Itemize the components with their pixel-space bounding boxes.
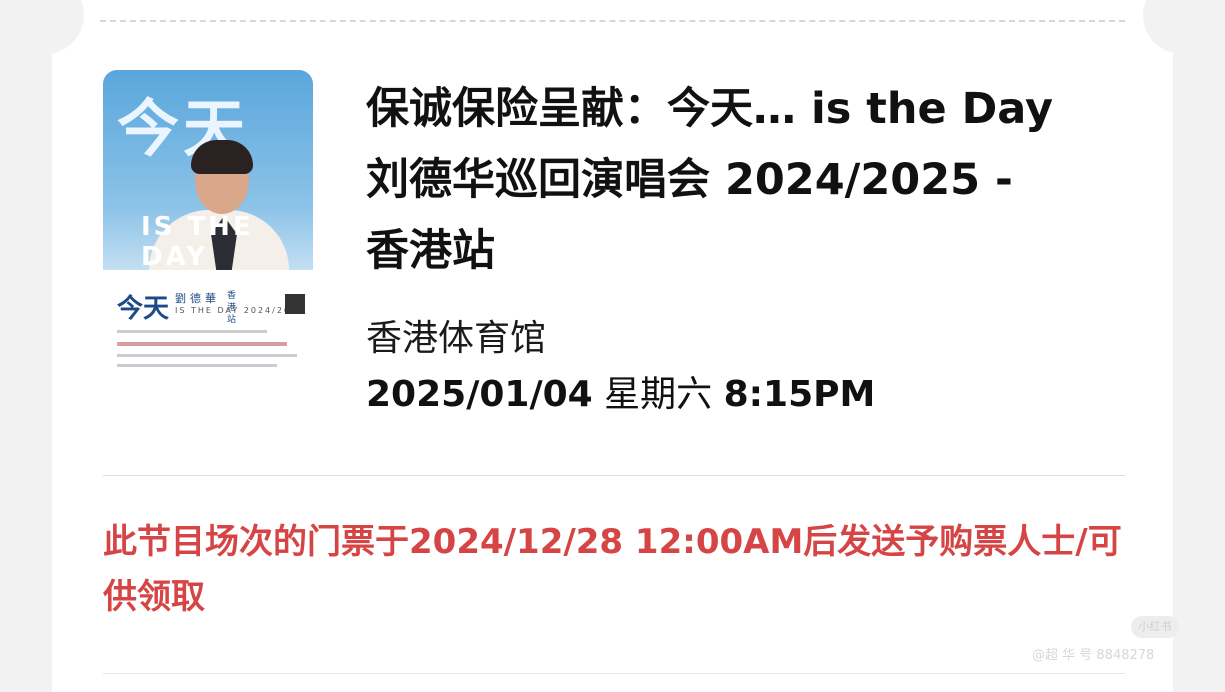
section-divider [103, 475, 1125, 476]
ticket-delivery-notice: 此节目场次的门票于2024/12/28 12:00AM后发送予购票人士/可供领取 [103, 522, 1122, 617]
poster-sponsor-logos [117, 354, 297, 357]
bottom-divider [103, 673, 1125, 674]
perforation-line [100, 20, 1125, 22]
poster-artist-name: 劉德華 [175, 292, 220, 305]
event-datetime: 2025/01/04 星期六 8:15PM [366, 373, 875, 417]
poster-fine-print [117, 330, 267, 333]
event-poster[interactable]: 今天 IS THE DAY 今天 劉德華 IS THE DAY 2024/202… [103, 70, 313, 375]
poster-logo: 今天 [117, 294, 170, 324]
poster-sale-date-line [117, 342, 287, 346]
event-date: 2025/01/04 [366, 374, 593, 415]
poster-info-panel: 今天 劉德華 IS THE DAY 2024/2025 香港站 [103, 270, 313, 375]
watermark-handle: @超 华 号 8848278 [1032, 648, 1155, 663]
poster-artist-hair [191, 140, 253, 174]
poster-station: 香港站 [227, 291, 237, 325]
event-weekday: 星期六 [604, 374, 713, 415]
event-venue: 香港体育馆 [366, 318, 547, 359]
poster-overlay-text: IS THE DAY [141, 212, 254, 272]
poster-qr-code [285, 294, 305, 314]
event-time: 8:15PM [723, 374, 876, 415]
event-title: 保诚保险呈献：今天… is the Day 刘德华巡回演唱会 2024/2025… [366, 84, 1053, 276]
poster-sponsor-logos-2 [117, 364, 277, 367]
watermark-badge: 小红书 [1131, 616, 1179, 638]
